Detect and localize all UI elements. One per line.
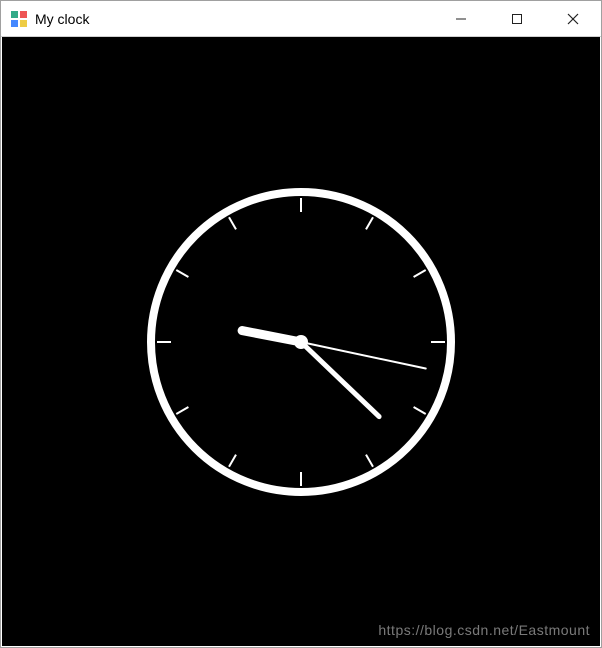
clock-tick	[229, 454, 236, 466]
close-icon	[567, 13, 579, 25]
hour-hand	[242, 330, 301, 341]
minimize-icon	[455, 13, 467, 25]
clock-tick	[414, 270, 426, 277]
clock-center	[294, 335, 308, 349]
second-hand	[301, 342, 426, 369]
clock-tick	[176, 407, 188, 414]
close-button[interactable]	[545, 1, 601, 36]
clock-tick	[366, 217, 373, 229]
clock-tick	[176, 270, 188, 277]
minute-hand	[301, 342, 379, 417]
clock-face	[141, 182, 461, 502]
clock-tick	[414, 407, 426, 414]
maximize-icon	[511, 13, 523, 25]
clock-tick	[366, 454, 373, 466]
minimize-button[interactable]	[433, 1, 489, 36]
clock-tick	[229, 217, 236, 229]
titlebar: My clock	[1, 1, 601, 37]
watermark-text: https://blog.csdn.net/Eastmount	[378, 622, 590, 638]
client-area: https://blog.csdn.net/Eastmount	[2, 37, 600, 646]
window-title: My clock	[35, 11, 433, 27]
clock-svg	[141, 182, 461, 502]
app-icon	[11, 11, 27, 27]
maximize-button[interactable]	[489, 1, 545, 36]
window-controls	[433, 1, 601, 36]
